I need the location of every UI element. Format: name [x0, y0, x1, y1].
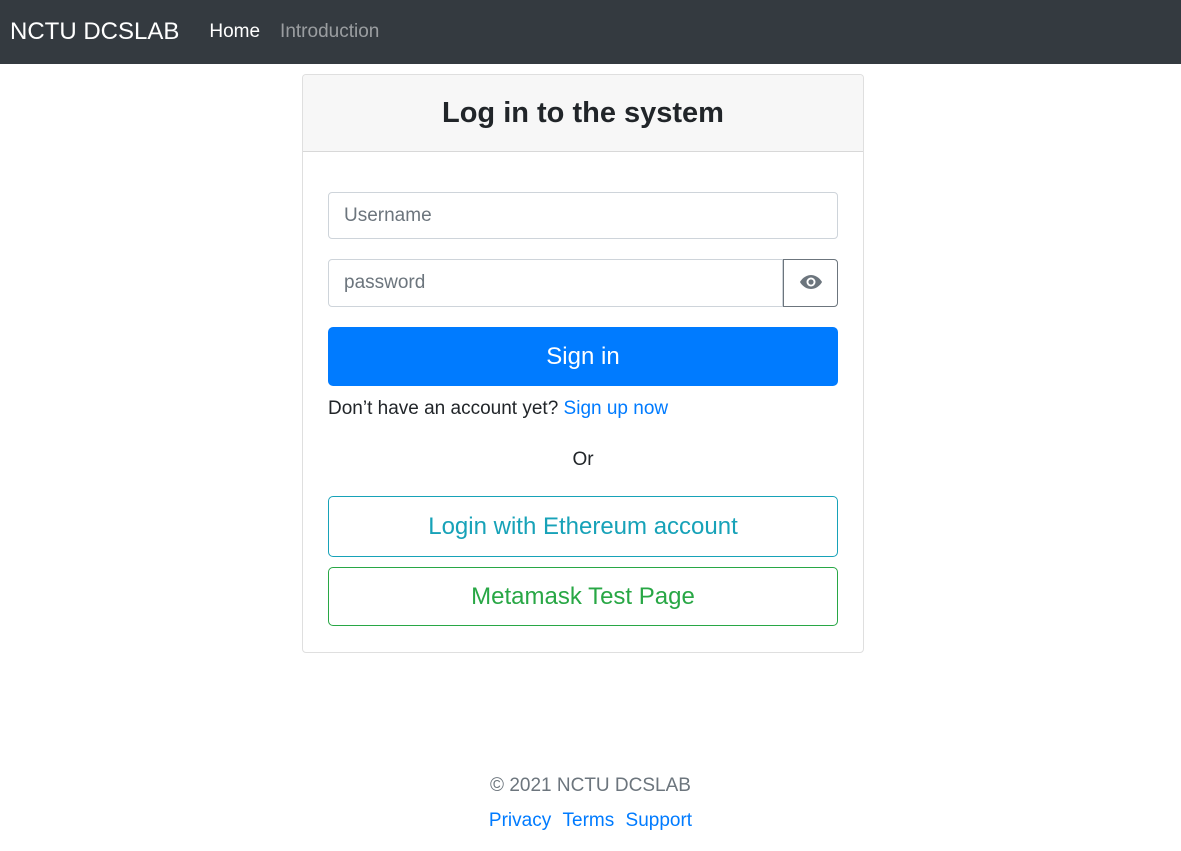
footer-links: Privacy Terms Support: [0, 810, 1181, 832]
brand-link[interactable]: NCTU DCSLAB: [10, 18, 179, 46]
privacy-link[interactable]: Privacy: [489, 810, 551, 831]
signup-prompt-text: Don’t have an account yet?: [328, 398, 559, 419]
footer: © 2021 NCTU DCSLAB Privacy Terms Support: [0, 775, 1181, 832]
sign-up-link[interactable]: Sign up now: [564, 398, 669, 419]
top-navbar: NCTU DCSLAB Home Introduction: [0, 0, 1181, 64]
login-card-header: Log in to the system: [303, 75, 863, 152]
password-input[interactable]: [328, 259, 783, 307]
sign-in-button[interactable]: Sign in: [328, 327, 838, 386]
ethereum-login-button[interactable]: Login with Ethereum account: [328, 496, 838, 557]
login-card: Log in to the system Sign in Don’t have …: [302, 74, 864, 653]
username-input[interactable]: [328, 192, 838, 239]
toggle-password-button[interactable]: [783, 259, 838, 307]
or-divider-text: Or: [572, 449, 594, 470]
metamask-test-button[interactable]: Metamask Test Page: [328, 567, 838, 626]
nav-home-link[interactable]: Home: [209, 21, 260, 43]
eye-icon: [799, 274, 823, 293]
copyright-text: © 2021 NCTU DCSLAB: [490, 775, 691, 796]
terms-link[interactable]: Terms: [563, 810, 615, 831]
support-link[interactable]: Support: [626, 810, 693, 831]
signup-prompt: Don’t have an account yet? Sign up now: [328, 398, 668, 420]
password-group: [328, 259, 838, 307]
nav-introduction-link[interactable]: Introduction: [280, 21, 379, 43]
page-title: Log in to the system: [442, 96, 724, 129]
